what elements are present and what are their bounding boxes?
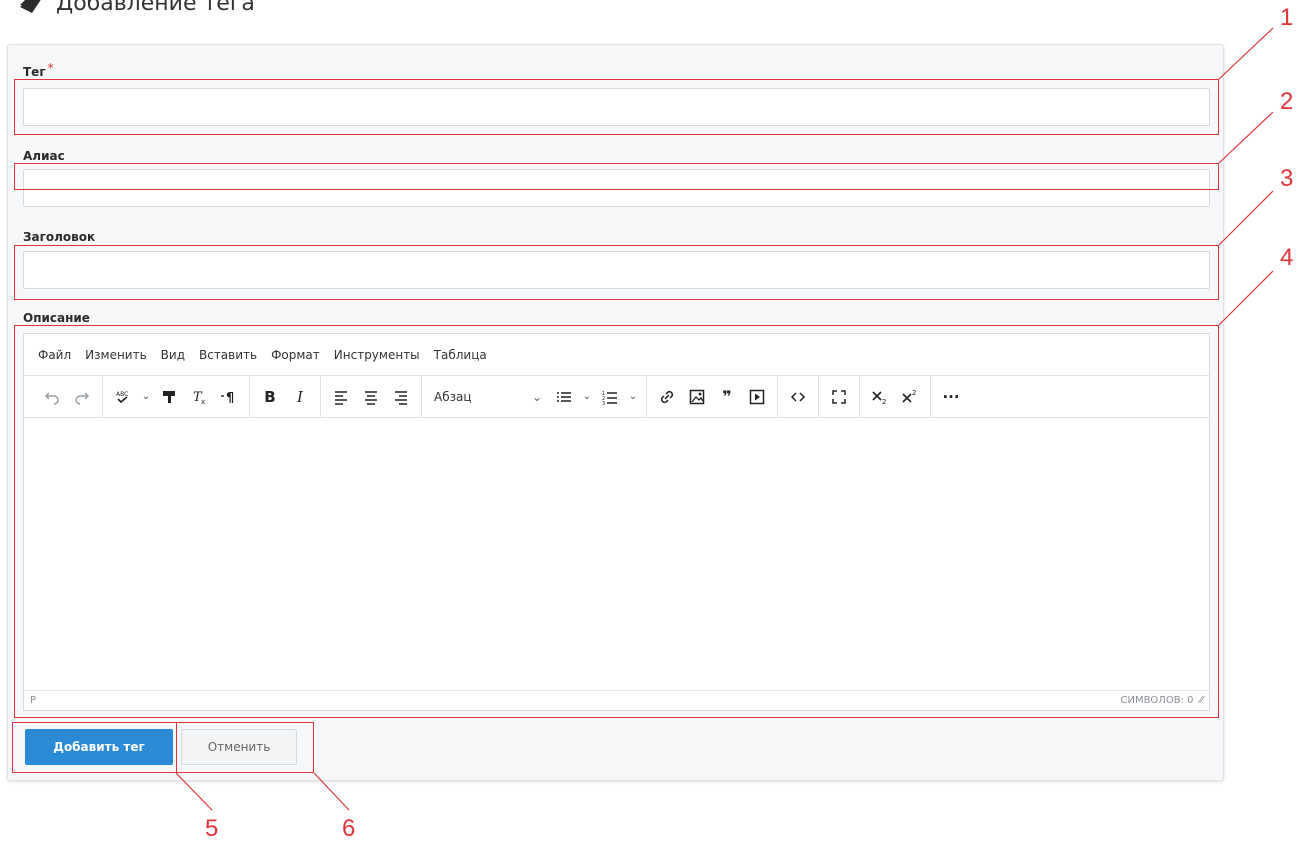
callout-number-2: 2: [1280, 88, 1294, 115]
callout-number-3: 3: [1280, 165, 1294, 192]
alias-label: Алиас: [23, 149, 65, 163]
subscript-icon[interactable]: 2: [866, 383, 894, 411]
char-count: СИМВОЛОВ: 0: [1120, 695, 1194, 706]
more-group: ···: [931, 376, 971, 417]
source-code-icon[interactable]: [784, 383, 812, 411]
blockquote-icon[interactable]: ❞: [713, 383, 741, 411]
paragraph-direction-icon[interactable]: ¶: [215, 383, 243, 411]
required-mark: *: [47, 61, 54, 75]
editor-statusbar: P СИМВОЛОВ: 0 ⁄⁄: [24, 690, 1209, 710]
undo-icon[interactable]: [38, 383, 66, 411]
tag-icon: [20, 0, 41, 13]
resize-handle-icon[interactable]: ⁄⁄: [1200, 695, 1203, 706]
tag-label: Тег *: [23, 61, 54, 79]
insert-group: ❞: [647, 376, 778, 417]
chevron-down-icon[interactable]: ⌄: [580, 383, 594, 411]
menu-format[interactable]: Формат: [271, 348, 320, 362]
fullscreen-group: [819, 376, 860, 417]
editor-content-area[interactable]: [24, 418, 1209, 688]
add-tag-button[interactable]: Добавить тег: [25, 729, 173, 765]
media-icon[interactable]: [743, 383, 771, 411]
italic-icon[interactable]: I: [286, 383, 314, 411]
menu-table[interactable]: Таблица: [434, 348, 487, 362]
block-format-select[interactable]: Абзац ⌄: [428, 383, 548, 411]
page-title: Добавление тега: [56, 0, 255, 16]
callout-number-1: 1: [1280, 4, 1294, 31]
more-icon[interactable]: ···: [937, 383, 965, 411]
spellcheck-icon[interactable]: ABC: [109, 383, 137, 411]
block-list-group: Абзац ⌄ ⌄ 123 ⌄: [422, 376, 647, 417]
history-group: [32, 376, 103, 417]
menu-edit[interactable]: Изменить: [85, 348, 147, 362]
heading-label: Заголовок: [23, 230, 96, 244]
fullscreen-icon[interactable]: [825, 383, 853, 411]
cancel-button[interactable]: Отменить: [181, 729, 297, 765]
numbered-list-icon[interactable]: 123: [596, 383, 624, 411]
element-path[interactable]: P: [30, 695, 36, 706]
align-group: [321, 376, 422, 417]
svg-text:¶: ¶: [226, 391, 234, 406]
tag-input[interactable]: [23, 88, 1210, 126]
svg-text:x: x: [201, 398, 205, 406]
redo-icon[interactable]: [68, 383, 96, 411]
format-group: ABC ⌄ Tx ¶: [103, 376, 250, 417]
superscript-icon[interactable]: 2: [896, 383, 924, 411]
align-left-icon[interactable]: [327, 383, 355, 411]
heading-input[interactable]: [23, 251, 1210, 289]
text-style-group: B I: [250, 376, 321, 417]
tag-label-text: Тег: [23, 65, 46, 79]
description-editor: Файл Изменить Вид Вставить Формат Инстру…: [23, 333, 1210, 711]
bullet-list-icon[interactable]: [550, 383, 578, 411]
code-group: [778, 376, 819, 417]
editor-menubar: Файл Изменить Вид Вставить Формат Инстру…: [24, 334, 1209, 376]
script-group: 2 2: [860, 376, 931, 417]
menu-insert[interactable]: Вставить: [199, 348, 257, 362]
svg-text:2: 2: [882, 398, 886, 406]
char-count-area: СИМВОЛОВ: 0 ⁄⁄: [1120, 695, 1203, 706]
alias-input[interactable]: [23, 169, 1210, 207]
chevron-down-icon[interactable]: ⌄: [139, 383, 153, 411]
chevron-down-icon[interactable]: ⌄: [626, 383, 640, 411]
image-icon[interactable]: [683, 383, 711, 411]
description-label: Описание: [23, 311, 90, 325]
bold-icon[interactable]: B: [256, 383, 284, 411]
svg-text:2: 2: [912, 389, 916, 397]
tag-form-card: Тег * Алиас Заголовок Описание Файл Измен…: [7, 44, 1224, 781]
menu-file[interactable]: Файл: [38, 348, 71, 362]
svg-text:3: 3: [602, 401, 605, 406]
chevron-down-icon: ⌄: [531, 389, 542, 404]
align-right-icon[interactable]: [387, 383, 415, 411]
block-format-value: Абзац: [434, 389, 472, 404]
callout-number-5: 5: [205, 815, 219, 842]
editor-toolbar: ABC ⌄ Tx ¶ B I Абзац ⌄ ⌄ 1 2 3 ⌄ ❞ 2 2 ·…: [24, 376, 1209, 418]
callout-number-4: 4: [1280, 244, 1294, 271]
link-icon[interactable]: [653, 383, 681, 411]
callout-number-6: 6: [342, 815, 356, 842]
menu-view[interactable]: Вид: [161, 348, 185, 362]
clear-formatting-icon[interactable]: Tx: [185, 383, 213, 411]
menu-tools[interactable]: Инструменты: [334, 348, 420, 362]
format-painter-icon[interactable]: [155, 383, 183, 411]
align-center-icon[interactable]: [357, 383, 385, 411]
page-header: Добавление тега: [18, 0, 255, 18]
